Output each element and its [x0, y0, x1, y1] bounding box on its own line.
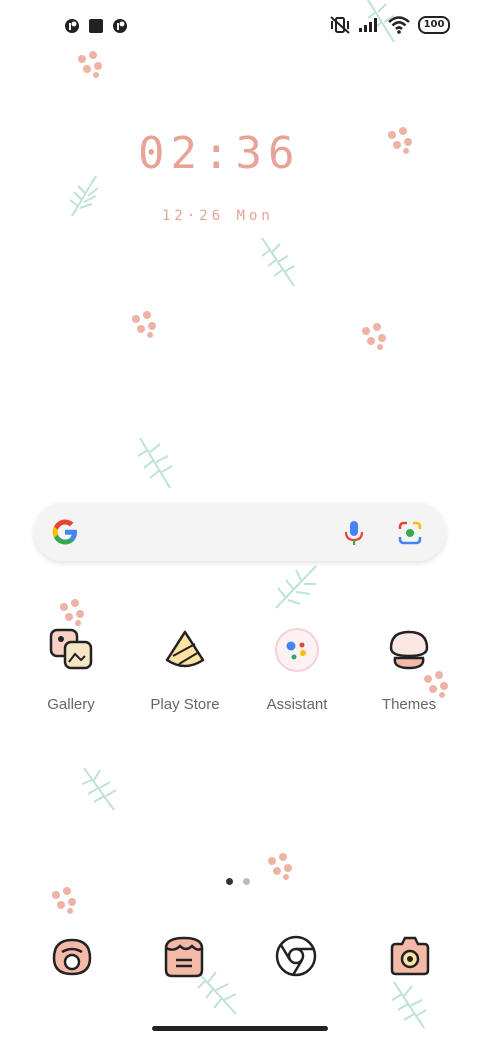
status-bar-right: 100 [330, 16, 450, 34]
camera-icon[interactable] [386, 932, 434, 980]
app-play-store[interactable]: Play Store [130, 626, 240, 713]
status-bar-left [64, 18, 128, 34]
mic-icon[interactable] [342, 519, 366, 547]
google-g-icon[interactable] [50, 517, 80, 547]
wifi-icon [388, 16, 410, 34]
flower-decoration [268, 853, 292, 880]
leaf-decoration [81, 767, 117, 811]
clock-time[interactable]: 02:36 [138, 128, 368, 179]
leaf-decoration [391, 981, 427, 1029]
page-dot-active[interactable] [226, 878, 233, 885]
page-dot[interactable] [243, 878, 250, 885]
flower-decoration [362, 323, 386, 350]
app-gallery[interactable]: Gallery [16, 626, 126, 713]
flower-decoration [52, 887, 76, 914]
messages-icon[interactable] [160, 932, 208, 980]
assistant-icon [275, 628, 319, 672]
battery-icon: 100 [418, 16, 450, 34]
gallery-icon [49, 628, 93, 670]
app-label: Play Store [150, 696, 220, 713]
google-search-bar[interactable] [34, 503, 446, 561]
lens-icon[interactable] [396, 519, 424, 547]
play-store-icon [165, 630, 205, 668]
phone-icon[interactable] [48, 932, 96, 980]
app-label: Themes [381, 696, 437, 713]
notification-icon-2 [113, 19, 127, 33]
app-assistant[interactable]: Assistant [242, 626, 352, 713]
flower-decoration [132, 311, 156, 338]
themes-icon [389, 630, 429, 670]
leaf-decoration [275, 565, 317, 609]
stop-icon [89, 19, 103, 33]
app-themes[interactable]: Themes [354, 626, 464, 713]
leaf-decoration [137, 437, 173, 489]
notification-icon-1 [65, 19, 79, 33]
flower-decoration [388, 127, 412, 154]
vibrate-mute-icon [330, 16, 350, 34]
status-bar: 100 [0, 0, 480, 56]
leaf-decoration [261, 237, 295, 287]
chrome-icon[interactable] [272, 932, 320, 980]
app-label: Gallery [47, 696, 95, 713]
home-gesture-bar[interactable] [152, 1026, 328, 1031]
page-indicator[interactable] [226, 878, 250, 885]
flower-decoration [60, 599, 84, 626]
leaf-decoration [69, 175, 99, 217]
clock-date[interactable]: 12·26 Mon [162, 208, 274, 224]
app-label: Assistant [266, 696, 328, 713]
signal-icon [359, 18, 377, 32]
